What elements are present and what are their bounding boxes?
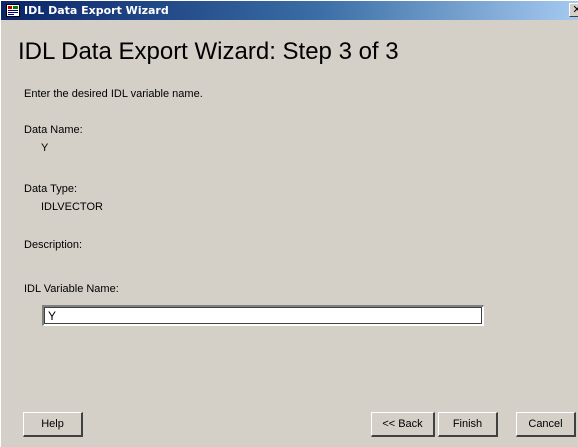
- data-type-value: IDLVECTOR: [41, 201, 103, 213]
- data-type-label: Data Type:: [24, 183, 77, 195]
- idl-app-icon: [6, 4, 20, 17]
- window-title: IDL Data Export Wizard: [24, 4, 169, 17]
- variable-name-input[interactable]: [42, 305, 484, 326]
- cancel-button[interactable]: Cancel: [516, 412, 576, 437]
- page-title: IDL Data Export Wizard: Step 3 of 3: [18, 38, 399, 65]
- back-button[interactable]: << Back: [371, 412, 435, 437]
- data-name-value: Y: [41, 142, 49, 154]
- title-bar[interactable]: IDL Data Export Wizard ✕: [1, 1, 578, 20]
- data-name-label: Data Name:: [24, 124, 83, 136]
- instruction-text: Enter the desired IDL variable name.: [24, 88, 203, 100]
- variable-name-label: IDL Variable Name:: [24, 283, 119, 295]
- close-icon[interactable]: ✕: [569, 3, 578, 17]
- wizard-window: IDL Data Export Wizard ✕ IDL Data Export…: [0, 0, 578, 447]
- help-button[interactable]: Help: [23, 412, 83, 437]
- finish-button[interactable]: Finish: [438, 412, 498, 437]
- description-label: Description:: [24, 239, 83, 251]
